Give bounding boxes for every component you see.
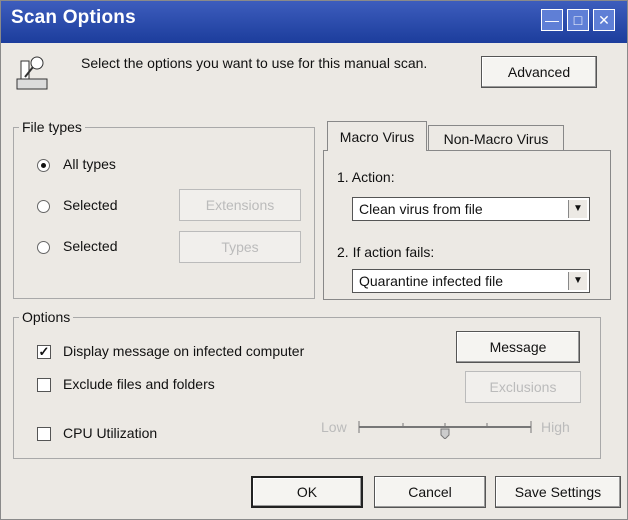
tab-non-macro-virus[interactable]: Non-Macro Virus: [428, 125, 564, 151]
fail-action-select[interactable]: Quarantine infected file ▼: [352, 269, 590, 293]
title-bar[interactable]: Scan Options — □ ✕: [1, 1, 627, 43]
extensions-button[interactable]: Extensions: [179, 189, 301, 221]
options-legend: Options: [19, 309, 74, 325]
cancel-button[interactable]: Cancel: [374, 476, 486, 508]
exclusions-button[interactable]: Exclusions: [465, 371, 581, 403]
advanced-button[interactable]: Advanced: [481, 56, 597, 88]
cpu-utilization-label: CPU Utilization: [63, 425, 158, 441]
fail-action-label: 2. If action fails:: [337, 244, 435, 260]
action-select-value: Clean virus from file: [359, 201, 483, 217]
radio-selected-extensions[interactable]: [37, 200, 50, 213]
close-icon[interactable]: ✕: [593, 9, 615, 31]
radio-selected-extensions-label: Selected: [63, 197, 118, 213]
file-types-legend: File types: [19, 119, 85, 135]
chevron-down-icon[interactable]: ▼: [568, 200, 587, 218]
save-settings-button[interactable]: Save Settings: [495, 476, 621, 508]
action-label: 1. Action:: [337, 169, 395, 185]
instruction-text: Select the options you want to use for t…: [81, 55, 428, 71]
chevron-down-icon[interactable]: ▼: [568, 272, 587, 290]
scanner-icon: [15, 53, 49, 93]
window-title: Scan Options: [11, 7, 136, 28]
maximize-icon[interactable]: □: [567, 9, 589, 31]
cpu-slider[interactable]: [355, 415, 535, 440]
exclude-files-checkbox[interactable]: [37, 378, 51, 392]
slider-low-label: Low: [321, 419, 347, 435]
types-button[interactable]: Types: [179, 231, 301, 263]
minimize-icon[interactable]: —: [541, 9, 563, 31]
slider-high-label: High: [541, 419, 570, 435]
radio-all-types[interactable]: [37, 159, 50, 172]
fail-action-select-value: Quarantine infected file: [359, 273, 503, 289]
message-button[interactable]: Message: [456, 331, 580, 363]
radio-selected-types-label: Selected: [63, 238, 118, 254]
display-message-checkbox[interactable]: ✓: [37, 345, 51, 359]
slider-thumb: [440, 428, 450, 440]
tab-macro-virus[interactable]: Macro Virus: [327, 121, 427, 151]
radio-selected-types[interactable]: [37, 241, 50, 254]
exclude-files-label: Exclude files and folders: [63, 376, 215, 392]
display-message-label: Display message on infected computer: [63, 343, 305, 359]
scan-options-dialog: Scan Options — □ ✕ Select the options yo…: [0, 0, 628, 520]
ok-button[interactable]: OK: [251, 476, 363, 508]
radio-all-types-label: All types: [63, 156, 116, 172]
cpu-utilization-checkbox[interactable]: [37, 427, 51, 441]
action-select[interactable]: Clean virus from file ▼: [352, 197, 590, 221]
